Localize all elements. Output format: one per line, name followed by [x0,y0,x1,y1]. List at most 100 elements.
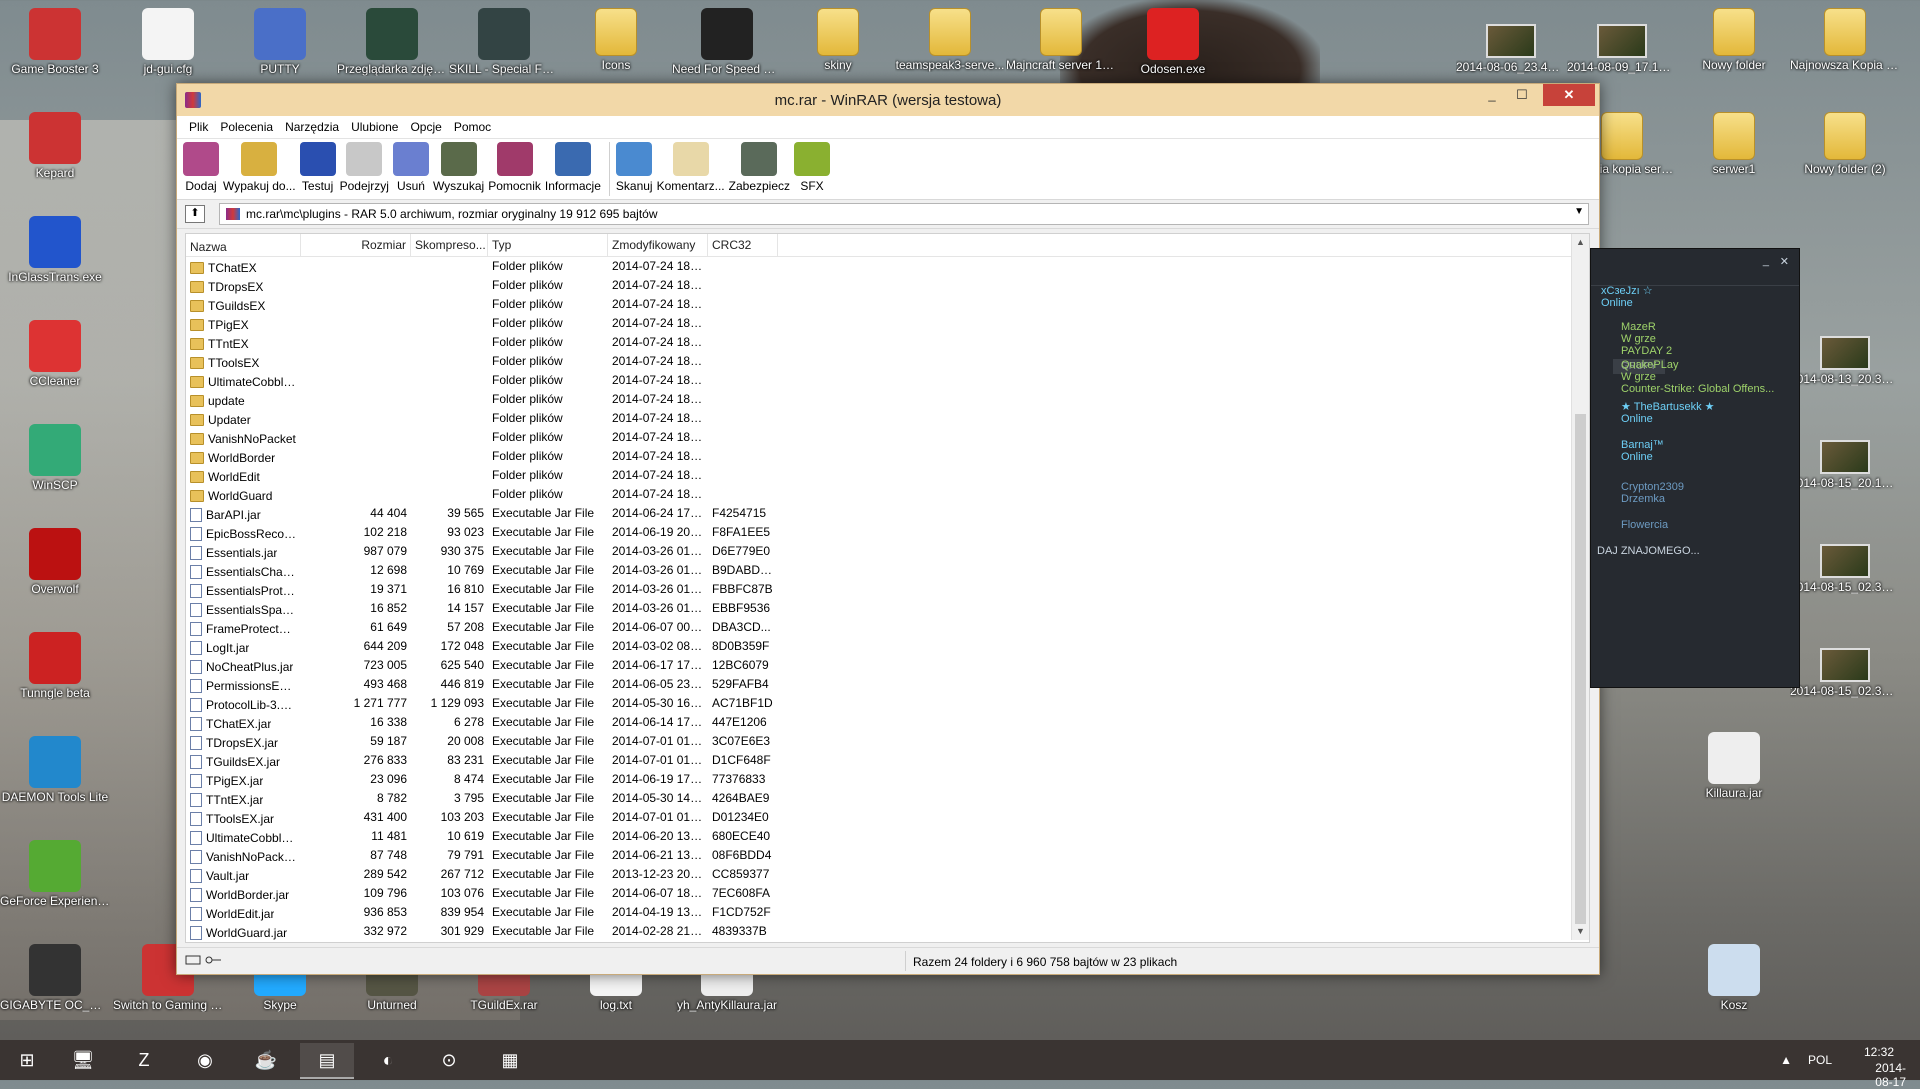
steam-user[interactable]: xCзeJzı ☆ Online [1601,284,1653,309]
desktop-icon[interactable]: 2014-08-09_17.18.5... [1567,24,1677,74]
desktop-icon[interactable]: Majncraft server 1.7.2 [1006,8,1116,72]
tray-chevron-icon[interactable]: ▲ [1780,1053,1792,1067]
desktop-icon[interactable]: 2014-08-15_02.36.5... [1790,544,1900,594]
table-row[interactable]: TTntEX.jar 8 782 3 795 Executable Jar File 2… [186,789,1589,808]
table-row[interactable]: UltimateCobble... 11 481 10 619 Executable … [186,827,1589,846]
table-row[interactable]: TGuildsEX.jar 276 833 83 231 Executable Jar… [186,751,1589,770]
table-row[interactable]: WorldBorder Folder plików 2014-07-24 18:42 [186,447,1589,466]
desktop-icon[interactable]: skiny [783,8,893,72]
scroll-down-icon[interactable]: ▼ [1572,923,1589,940]
start-icon[interactable]: ⊞ [0,1043,54,1077]
desktop-icon[interactable]: Need For Speed World [672,8,782,76]
minimize-button[interactable]: _ [1477,84,1507,106]
table-row[interactable]: WorldEdit Folder plików 2014-07-24 18:42 [186,466,1589,485]
toolbar-button[interactable]: Skanuj [616,139,653,193]
desktop-icon[interactable]: Nowy folder (2) [1790,112,1900,176]
desktop-icon[interactable]: Najnowsza Kopia Mapy! [1790,8,1900,72]
toolbar-button[interactable]: Testuj [299,139,336,193]
title-bar[interactable]: mc.rar - WinRAR (wersja testowa) _ ☐ ✕ [177,84,1599,116]
toolbar-button[interactable]: Pomocnik [488,139,541,193]
desktop-icon[interactable]: serwer1 [1679,112,1789,176]
winrar-icon[interactable]: ▤ [300,1043,354,1079]
table-row[interactable]: WorldEdit.jar 936 853 839 954 Executable Ja… [186,903,1589,922]
minimize-icon[interactable]: _ [1763,255,1769,267]
toolbar-button[interactable]: Informacje [545,139,601,193]
table-row[interactable]: TTntEX Folder plików 2014-07-24 18:42 [186,333,1589,352]
chrome-icon[interactable]: ◉ [178,1043,232,1077]
table-row[interactable]: TChatEX.jar 16 338 6 278 Executable Jar Fil… [186,713,1589,732]
menu-item[interactable]: Ulubione [345,116,404,138]
table-row[interactable]: Vault.jar 289 542 267 712 Executable Jar Fi… [186,865,1589,884]
steam-friend[interactable]: MazeR W grze PAYDAY 2 [1621,321,1672,357]
table-row[interactable]: EssentialsProtec... 19 371 16 810 Executabl… [186,580,1589,599]
toolbar-button[interactable]: Podejrzyj [340,139,389,193]
steam-friend[interactable]: Crypton2309 Drzemka [1621,481,1684,505]
close-button[interactable]: ✕ [1543,84,1595,106]
desktop-icon[interactable]: jd-gui.cfg [113,8,223,76]
desktop-icon[interactable]: Przeglądarka zdjęć 3D Vision [337,8,447,76]
desktop-icon[interactable]: 2014-08-15_20.18.3... [1790,440,1900,490]
filezilla-icon[interactable]: Z [117,1043,171,1077]
desktop-icon[interactable]: Game Booster 3 [0,8,110,76]
desktop-icon[interactable]: InGlassTrans.exe [0,216,110,284]
desktop-icon[interactable]: DAEMON Tools Lite [0,736,110,804]
table-row[interactable]: TDropsEX Folder plików 2014-07-24 18:42 [186,276,1589,295]
table-row[interactable]: EssentialsChat.jar 12 698 10 769 Executable… [186,561,1589,580]
table-row[interactable]: TChatEX Folder plików 2014-07-24 18:42 [186,257,1589,276]
steam-friend[interactable]: QuakePLay W grze Counter-Strike: Global Of… [1621,359,1774,395]
file-list[interactable]: Nazwa Rozmiar Skompreso... Typ Zmodyfiko… [185,233,1590,943]
desktop-icon[interactable]: Nowy folder [1679,8,1789,72]
table-row[interactable]: BarAPI.jar 44 404 39 565 Executable Jar Fil… [186,504,1589,523]
table-row[interactable]: TToolsEX Folder plików 2014-07-24 18:42 [186,352,1589,371]
column-header-name[interactable]: Nazwa [186,234,301,256]
java-icon[interactable]: ☕ [239,1043,293,1077]
desktop-icon[interactable]: Icons [561,8,671,72]
close-icon[interactable]: ✕ [1780,255,1789,268]
column-header-modified[interactable]: Zmodyfikowany [608,234,708,256]
desktop-icon[interactable]: 2014-08-13_20.32.3... [1790,336,1900,386]
table-row[interactable]: LogIt.jar 644 209 172 048 Executable Jar Fi… [186,637,1589,656]
steam-friend[interactable]: ★ TheBartusekk ★ Online [1621,401,1715,425]
putty-icon[interactable]: 🖥 [56,1043,110,1077]
table-row[interactable]: WorldBorder.jar 109 796 103 076 Executable … [186,884,1589,903]
menu-item[interactable]: Narzędzia [279,116,345,138]
desktop-icon[interactable]: SKILL - Special Force 2 [449,8,559,76]
desktop-icon[interactable]: Kosz [1679,944,1789,1012]
maximize-button[interactable]: ☐ [1507,84,1537,106]
table-row[interactable]: VanishNoPacket... 87 748 79 791 Executable … [186,846,1589,865]
clock-time[interactable]: 12:32 [1864,1045,1894,1059]
table-row[interactable]: TPigEX Folder plików 2014-07-24 18:42 [186,314,1589,333]
column-header-packed[interactable]: Skompreso... [411,234,488,256]
table-row[interactable]: WorldGuard.jar 332 972 301 929 Executable J… [186,922,1589,941]
up-folder-button[interactable]: ⬆ [185,205,205,223]
desktop-icon[interactable]: GeForce Experience [0,840,110,908]
table-row[interactable]: TToolsEX.jar 431 400 103 203 Executable Jar… [186,808,1589,827]
toolbar-button[interactable]: Komentarz... [657,139,725,193]
table-row[interactable]: UltimateCobbleX Folder plików 2014-07-24 1… [186,371,1589,390]
desktop-icon[interactable]: 2014-08-06_23.40.55 [1456,24,1566,74]
column-header-crc[interactable]: CRC32 [708,234,778,256]
language-indicator[interactable]: POL [1808,1053,1832,1067]
desktop-icon[interactable]: CCleaner [0,320,110,388]
menu-item[interactable]: Opcje [404,116,447,138]
toolbar-button[interactable]: Wyszukaj [433,139,484,193]
desktop-icon[interactable]: GIGABYTE OC_GURU [0,944,110,1012]
table-row[interactable]: Updater Folder plików 2014-07-24 18:42 [186,409,1589,428]
menu-item[interactable]: Pomoc [448,116,497,138]
desktop-icon[interactable]: Overwolf [0,528,110,596]
table-row[interactable]: WorldGuard Folder plików 2014-07-24 18:42 [186,485,1589,504]
desktop-icon[interactable]: teamspeak3-serve... [895,8,1005,72]
desktop-icon[interactable]: Odosen.exe [1118,8,1228,76]
table-row[interactable]: TPigEX.jar 23 096 8 474 Executable Jar File… [186,770,1589,789]
table-row[interactable]: EssentialsSpawn... 16 852 14 157 Executable… [186,599,1589,618]
table-row[interactable]: TGuildsEX Folder plików 2014-07-24 18:43 [186,295,1589,314]
teamspeak-icon[interactable]: ◐ [361,1043,415,1077]
column-header-type[interactable]: Typ [488,234,608,256]
clock-date[interactable]: 2014-08-17 [1875,1061,1906,1089]
scroll-thumb[interactable] [1575,414,1586,924]
table-row[interactable]: NoCheatPlus.jar 723 005 625 540 Executable … [186,656,1589,675]
scroll-up-icon[interactable]: ▲ [1572,234,1589,251]
toolbar-button[interactable]: Usuń [392,139,429,193]
steam-friend[interactable]: Barnaj™ Online [1621,439,1664,463]
desktop-icon[interactable]: WinSCP [0,424,110,492]
